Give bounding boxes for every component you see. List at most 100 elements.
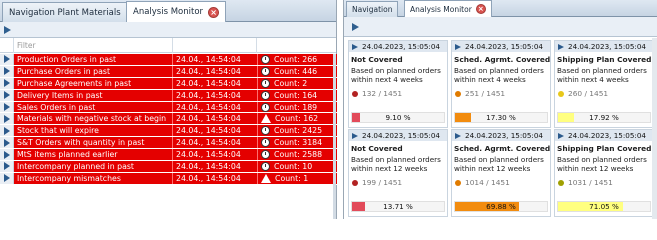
tile-header: 24.04.2023, 15:05:04 <box>555 41 653 52</box>
tile-header: 24.04.2023, 15:05:04 <box>349 41 447 52</box>
row-count: Count: 2425 <box>274 126 323 136</box>
row-arrow-icon[interactable] <box>0 161 14 172</box>
row-count-cell: Count: 3184 <box>258 137 337 149</box>
tile-description: Based on planned orders within next 12 w… <box>557 155 647 173</box>
filter-spacer <box>0 38 14 53</box>
tab-navigation-plant-materials[interactable]: Navigation Plant Materials <box>2 2 128 22</box>
tile-description: Based on planned orders within next 4 we… <box>454 66 544 84</box>
row-count: Count: 3184 <box>274 138 323 148</box>
progress-bar-label: 9.10 % <box>385 113 411 122</box>
run-icon[interactable] <box>455 43 461 50</box>
row-arrow-icon[interactable] <box>0 172 14 184</box>
table-row[interactable]: Sales Orders in past 24.04., 14:54:04 Coun… <box>0 101 337 114</box>
table-row[interactable]: Stock that will expire 24.04., 14:54:04 Co… <box>0 125 337 138</box>
row-arrow-icon[interactable] <box>0 113 14 125</box>
progress-bar-label: 17.30 % <box>486 113 516 122</box>
status-dot-icon <box>352 90 358 97</box>
status-dot-icon <box>558 90 564 97</box>
run-icon[interactable] <box>455 132 461 139</box>
row-date: 24.04., 14:54:04 <box>173 149 258 161</box>
monitor-grid: Production Orders in past 24.04., 14:54:0… <box>0 54 337 185</box>
row-date: 24.04., 14:54:04 <box>173 113 258 125</box>
row-date: 24.04., 14:54:04 <box>173 101 258 113</box>
row-count-cell: Count: 446 <box>258 65 337 77</box>
row-date: 24.04., 14:54:04 <box>173 89 258 101</box>
filter-date-input[interactable] <box>173 38 258 53</box>
clock-icon <box>261 102 270 112</box>
run-icon[interactable] <box>352 43 358 50</box>
run-icon[interactable] <box>558 132 564 139</box>
kpi-tile[interactable]: 24.04.2023, 15:05:04 Not Covered Based on … <box>348 40 448 128</box>
table-row[interactable]: Intercompany mismatches 24.04., 14:54:04 C… <box>0 172 337 185</box>
tab-analysis-monitor-right[interactable]: Analysis Monitor × <box>404 0 492 17</box>
warning-icon <box>261 114 271 124</box>
row-count: Count: 162 <box>275 114 319 124</box>
tile-title: Not Covered <box>351 144 403 153</box>
tab-navigation[interactable]: Navigation <box>346 1 399 17</box>
tile-count-value: 199 / 1451 <box>362 178 403 187</box>
progress-bar-label: 71.05 % <box>589 202 619 211</box>
row-arrow-icon[interactable] <box>0 89 14 101</box>
status-dot-icon <box>455 90 461 97</box>
tile-count: 132 / 1451 <box>349 84 447 98</box>
table-row[interactable]: Purchase Agreements in past 24.04., 14:54… <box>0 77 337 90</box>
filter-input[interactable]: Filter <box>14 38 173 53</box>
run-icon[interactable] <box>352 132 358 139</box>
row-count-cell: Count: 164 <box>258 89 337 101</box>
status-dot-icon <box>455 179 461 186</box>
row-date: 24.04., 14:54:04 <box>173 77 258 89</box>
clock-icon <box>261 54 270 64</box>
clock-icon <box>261 161 270 171</box>
right-toolbar <box>344 17 657 37</box>
progress-bar: 71.05 % <box>557 201 651 212</box>
run-icon[interactable] <box>352 23 359 31</box>
row-name: Intercompany planned in past <box>14 161 173 172</box>
kpi-tile[interactable]: 24.04.2023, 15:05:04 Shipping Plan Covere… <box>554 129 654 217</box>
row-arrow-icon[interactable] <box>0 137 14 149</box>
row-arrow-icon[interactable] <box>0 149 14 161</box>
filter-count-input[interactable] <box>257 38 336 53</box>
row-name: Delivery Items in past <box>14 89 173 101</box>
close-icon[interactable]: × <box>475 4 486 14</box>
kpi-tile[interactable]: 24.04.2023, 15:05:04 Not Covered Based on … <box>348 129 448 217</box>
tile-count: 1031 / 1451 <box>555 173 653 187</box>
row-arrow-icon[interactable] <box>0 125 14 137</box>
run-icon[interactable] <box>4 26 11 34</box>
right-scrollbar[interactable] <box>652 38 657 219</box>
tile-title: Shipping Plan Covered <box>557 144 652 153</box>
tile-count: 251 / 1451 <box>452 84 550 98</box>
progress-bar: 69.88 % <box>454 201 548 212</box>
tab-analysis-monitor[interactable]: Analysis Monitor × <box>126 1 227 22</box>
table-row[interactable]: MtS items planned earlier 24.04., 14:54:0… <box>0 149 337 162</box>
table-row[interactable]: S&T Orders with quantity in past 24.04., … <box>0 137 337 150</box>
table-row[interactable]: Materials with negative stock at begin 24… <box>0 113 337 126</box>
table-row[interactable]: Production Orders in past 24.04., 14:54:0… <box>0 54 337 66</box>
row-arrow-icon[interactable] <box>0 65 14 77</box>
row-count-cell: Count: 266 <box>258 54 337 65</box>
tile-count-value: 251 / 1451 <box>465 89 506 98</box>
clock-icon <box>261 78 270 88</box>
progress-bar-label: 13.71 % <box>383 202 413 211</box>
row-date: 24.04., 14:54:04 <box>173 125 258 137</box>
tile-count-value: 1014 / 1451 <box>465 178 510 187</box>
run-icon[interactable] <box>558 43 564 50</box>
row-name: Purchase Agreements in past <box>14 77 173 89</box>
kpi-tile[interactable]: 24.04.2023, 15:05:04 Shipping Plan Covere… <box>554 40 654 128</box>
status-dot-icon <box>352 179 358 186</box>
row-count: Count: 164 <box>274 90 318 100</box>
row-arrow-icon[interactable] <box>0 101 14 113</box>
close-icon[interactable]: × <box>208 6 220 18</box>
left-scrollbar[interactable] <box>333 54 336 219</box>
tile-description: Based on planned orders within next 4 we… <box>351 66 441 84</box>
clock-icon <box>261 90 270 100</box>
row-arrow-icon[interactable] <box>0 54 14 65</box>
clock-icon <box>261 150 270 160</box>
table-row[interactable]: Intercompany planned in past 24.04., 14:5… <box>0 161 337 173</box>
kpi-tile[interactable]: 24.04.2023, 15:05:04 Sched. Agrmt. Covere… <box>451 129 551 217</box>
table-row[interactable]: Delivery Items in past 24.04., 14:54:04 Co… <box>0 89 337 102</box>
row-count-cell: Count: 2425 <box>258 125 337 137</box>
table-row[interactable]: Purchase Orders in past 24.04., 14:54:04 C… <box>0 65 337 78</box>
status-dot-icon <box>558 179 564 186</box>
row-arrow-icon[interactable] <box>0 77 14 89</box>
kpi-tile[interactable]: 24.04.2023, 15:05:04 Sched. Agrmt. Covere… <box>451 40 551 128</box>
